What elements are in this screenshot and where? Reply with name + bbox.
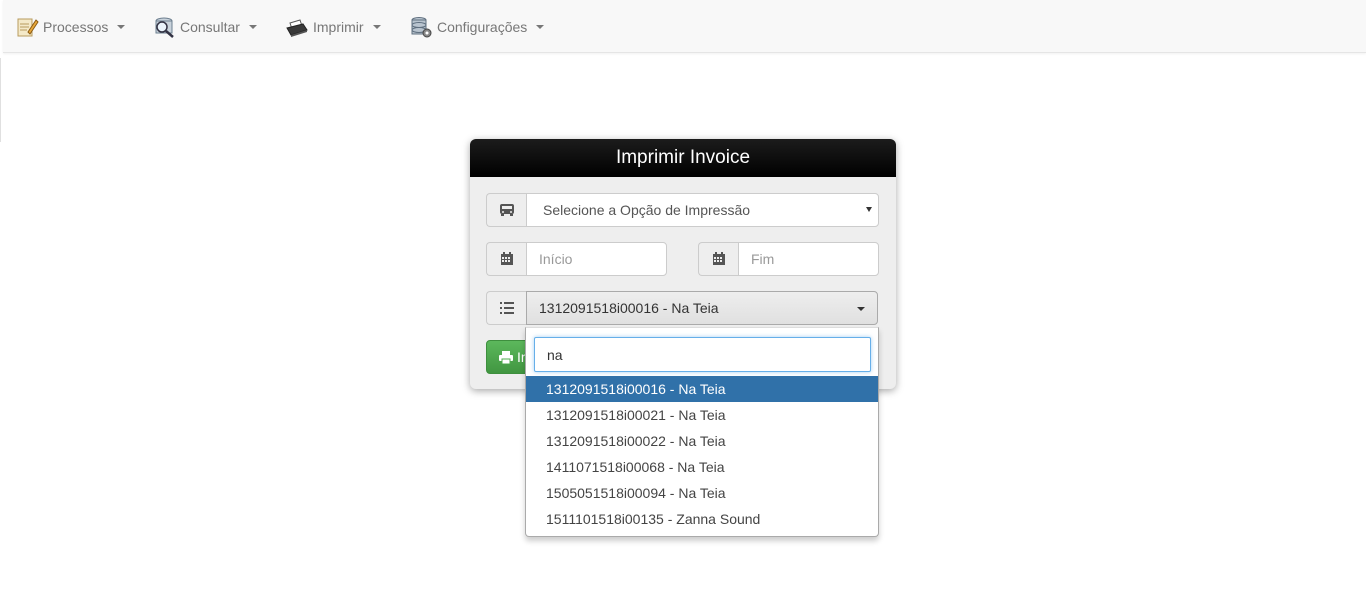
sidebar-edge (0, 58, 3, 142)
nav-configuracoes-label: Configurações (437, 18, 528, 35)
nav-configuracoes[interactable]: Configurações (409, 0, 545, 53)
invoice-select-group: 1312091518i00016 - Na Teia (486, 291, 878, 325)
calendar-icon (698, 242, 738, 276)
dropdown-results: 1312091518i00016 - Na Teia 1312091518i00… (526, 376, 878, 532)
list-item[interactable]: 1505051518i00094 - Na Teia (526, 480, 878, 506)
end-date-group: Fim (698, 242, 879, 276)
calendar-icon (486, 242, 526, 276)
chevron-down-icon (372, 24, 381, 29)
print-option-value: Selecione a Opção de Impressão (543, 202, 751, 218)
print-option-select[interactable]: Selecione a Opção de Impressão (526, 193, 879, 227)
list-item[interactable]: 1511101518i00135 - Zanna Sound (526, 506, 878, 532)
chevron-down-icon (248, 24, 257, 29)
nav-imprimir[interactable]: Imprimir (285, 0, 381, 53)
list-item[interactable]: 1411071518i00068 - Na Teia (526, 454, 878, 480)
invoice-dropdown: na 1312091518i00016 - Na Teia 1312091518… (525, 327, 879, 537)
magnifier-database-icon (152, 15, 176, 39)
panel-title: Imprimir Invoice (470, 139, 896, 177)
list-item[interactable]: 1312091518i00021 - Na Teia (526, 402, 878, 428)
chevron-down-icon (866, 207, 872, 212)
start-date-group: Início (486, 242, 667, 276)
end-date-input[interactable]: Fim (738, 242, 879, 276)
printer-icon (285, 15, 309, 39)
list-item[interactable]: 1312091518i00022 - Na Teia (526, 428, 878, 454)
nav-consultar-label: Consultar (180, 18, 240, 35)
database-gear-icon (409, 15, 433, 39)
chevron-down-icon (857, 307, 865, 311)
top-navbar: Processos Consultar Imprimir Configuraçõ… (3, 0, 1366, 53)
notepad-pencil-icon (15, 15, 39, 39)
list-item[interactable]: 1312091518i00016 - Na Teia (526, 376, 878, 402)
bus-icon (486, 193, 526, 227)
list-icon (486, 291, 526, 325)
chevron-down-icon (536, 24, 545, 29)
invoice-select-value: 1312091518i00016 - Na Teia (539, 300, 719, 316)
print-icon (499, 350, 513, 364)
nav-processos-label: Processos (43, 18, 109, 35)
nav-processos[interactable]: Processos (15, 0, 126, 53)
print-option-group: Selecione a Opção de Impressão (486, 193, 879, 227)
dropdown-search-input[interactable]: na (534, 337, 871, 372)
invoice-select[interactable]: 1312091518i00016 - Na Teia (526, 291, 878, 325)
chevron-down-icon (117, 24, 126, 29)
start-date-input[interactable]: Início (526, 242, 667, 276)
nav-imprimir-label: Imprimir (313, 18, 364, 35)
nav-consultar[interactable]: Consultar (152, 0, 257, 53)
